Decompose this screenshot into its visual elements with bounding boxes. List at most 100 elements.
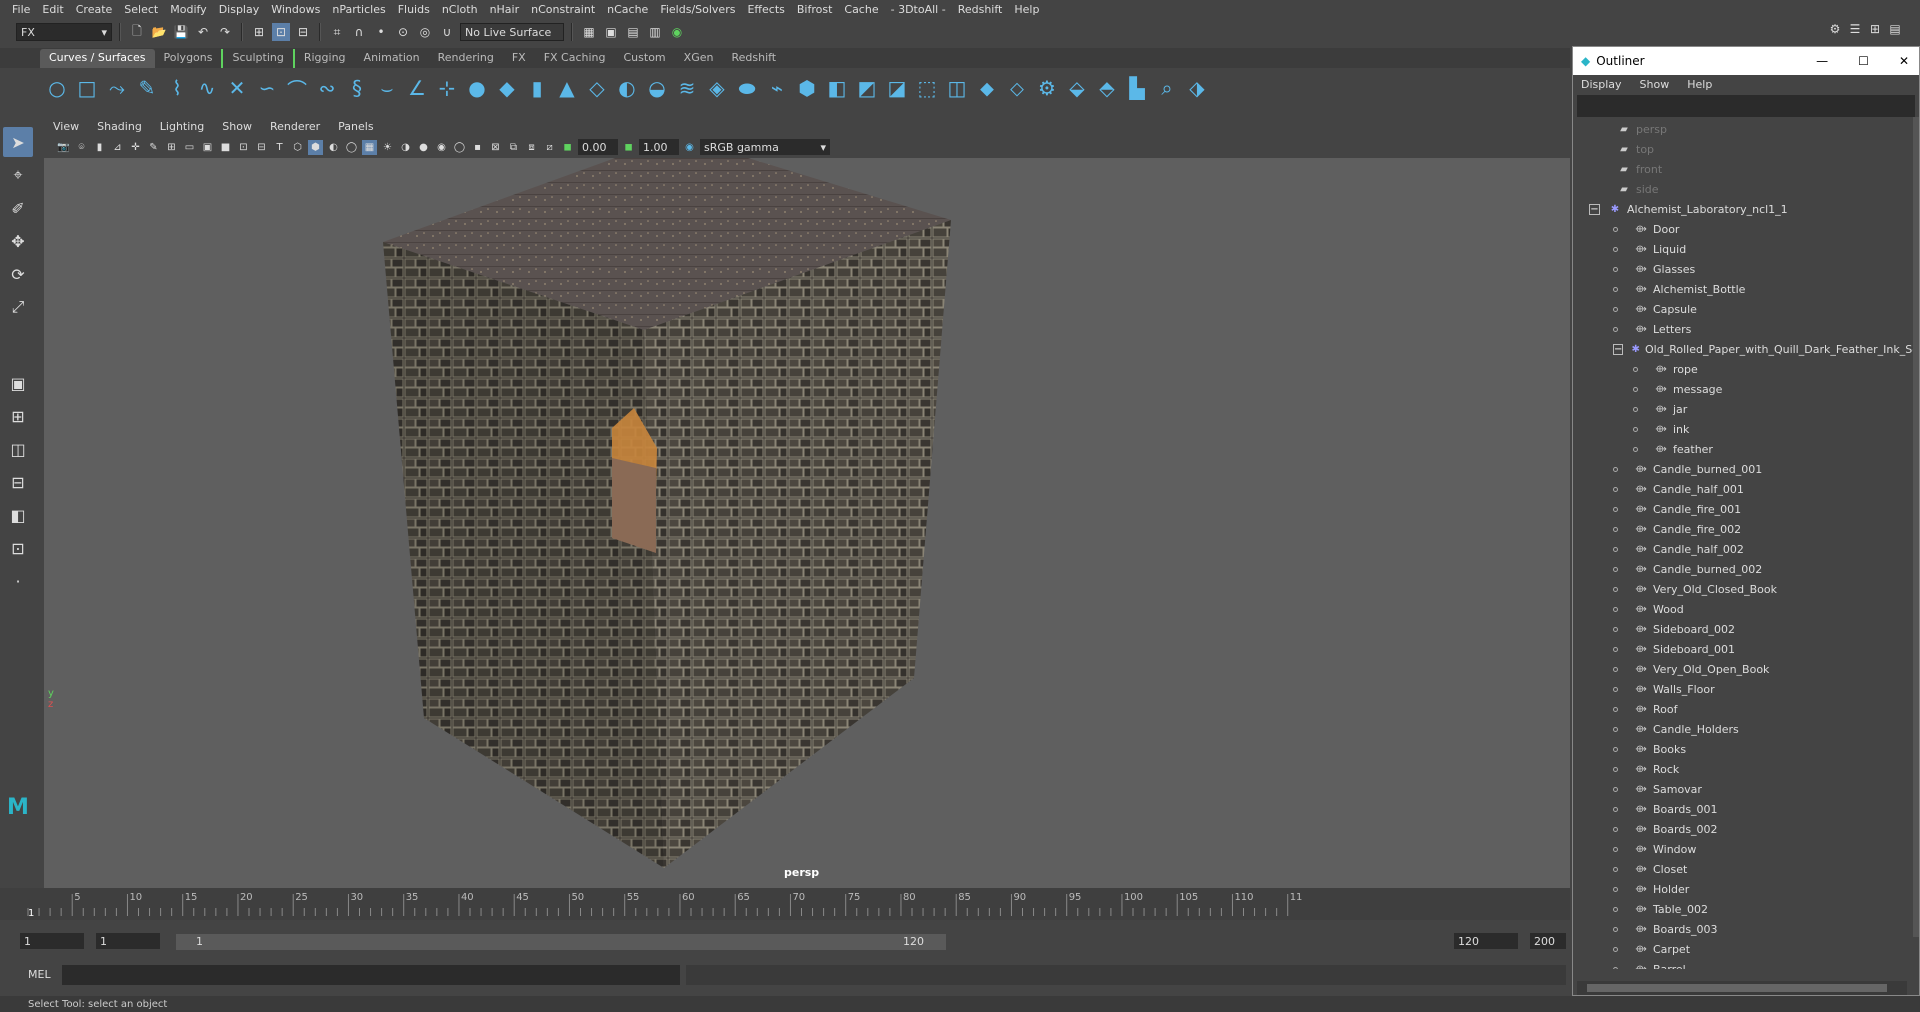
ipr-render-icon[interactable]: ▤	[624, 23, 642, 41]
nurbs-square-icon[interactable]: □	[74, 75, 100, 101]
bookmark-icon[interactable]: ▮	[92, 140, 107, 155]
outliner-item-mesh[interactable]: ⟴ Rock	[1573, 759, 1919, 779]
single-view-icon[interactable]: ▣	[3, 368, 33, 398]
hypershade-icon[interactable]: ◉	[668, 23, 686, 41]
outliner-item-mesh[interactable]: ⟴ Roof	[1573, 699, 1919, 719]
2d-pan-icon[interactable]: ✛	[128, 140, 143, 155]
redo-icon[interactable]: ↷	[216, 23, 234, 41]
outliner-item-mesh[interactable]: ⟴ Table_002	[1573, 899, 1919, 919]
gamma-icon[interactable]: ◼	[621, 140, 636, 155]
persp-graph-icon[interactable]: ◧	[3, 500, 33, 530]
magnet-icon[interactable]: ∪	[438, 23, 456, 41]
outliner-item-mesh[interactable]: ⟴ Samovar	[1573, 779, 1919, 799]
project-curve-icon[interactable]: ⬚	[914, 75, 940, 101]
live-surface-field[interactable]: No Live Surface	[460, 23, 564, 41]
outliner-item-mesh[interactable]: ⟴ Boards_002	[1573, 819, 1919, 839]
outliner-item-mesh[interactable]: ⟴ Candle_burned_001	[1573, 459, 1919, 479]
panel-menu-renderer[interactable]: Renderer	[261, 120, 329, 133]
outliner-menu-help[interactable]: Help	[1687, 78, 1712, 91]
shelf-tab-animation[interactable]: Animation	[355, 49, 429, 68]
snap-grid-icon[interactable]: ⌗	[328, 23, 346, 41]
outliner-item-mesh[interactable]: ⟴ feather	[1573, 439, 1919, 459]
current-frame-marker[interactable]: 1	[28, 908, 34, 919]
select-component-icon[interactable]: ⊟	[294, 23, 312, 41]
new-scene-icon[interactable]: 🗋	[128, 23, 146, 41]
menu-3dtoall[interactable]: - 3DtoAll -	[885, 3, 952, 16]
shelf-tab-polygons[interactable]: Polygons	[155, 49, 222, 68]
detach-surface-icon[interactable]: ⚙	[1034, 75, 1060, 101]
outliner-item-mesh[interactable]: ⟴ Walls_Floor	[1573, 679, 1919, 699]
ambient-occlusion-icon[interactable]: ●	[416, 140, 431, 155]
persp-outliner-icon[interactable]: ⊡	[3, 533, 33, 563]
anim-end-field[interactable]: 200	[1530, 933, 1566, 949]
grease-pencil-icon[interactable]: ✎	[146, 140, 161, 155]
insert-knot-icon[interactable]: ⊹	[434, 75, 460, 101]
channel-box-icon[interactable]: ▤	[1886, 20, 1904, 38]
outliner-item-mesh[interactable]: ⟴ jar	[1573, 399, 1919, 419]
outliner-item-camera[interactable]: ▰ front	[1573, 159, 1919, 179]
outliner-menu-show[interactable]: Show	[1640, 78, 1670, 91]
outliner-item-mesh[interactable]: ⟴ Glasses	[1573, 259, 1919, 279]
camera-attr-icon[interactable]: ⌾	[74, 140, 89, 155]
collapse-icon[interactable]: −	[1613, 343, 1624, 355]
menu-fluids[interactable]: Fluids	[392, 3, 436, 16]
nurbs-sphere-icon[interactable]: ●	[464, 75, 490, 101]
shelf-tab-rendering[interactable]: Rendering	[429, 49, 503, 68]
xray-icon[interactable]: ⧉	[506, 140, 521, 155]
outliner-item-camera[interactable]: ▰ top	[1573, 139, 1919, 159]
menu-fields-solvers[interactable]: Fields/Solvers	[654, 3, 741, 16]
loft-icon[interactable]: ≋	[674, 75, 700, 101]
shelf-tab-fx-caching[interactable]: FX Caching	[535, 49, 615, 68]
menu-help[interactable]: Help	[1008, 3, 1045, 16]
range-slider[interactable]: 1 120	[176, 934, 946, 950]
select-object-icon[interactable]: ⊡	[272, 23, 290, 41]
anti-alias-icon[interactable]: ◯	[452, 140, 467, 155]
gamma-field[interactable]: 1.00	[639, 139, 679, 155]
trim-icon[interactable]: ◫	[944, 75, 970, 101]
outliner-item-mesh[interactable]: ⟴ Alchemist_Bottle	[1573, 279, 1919, 299]
scale-tool-icon[interactable]: ⤢	[3, 292, 33, 322]
field-chart-icon[interactable]: ⊡	[236, 140, 251, 155]
time-slider[interactable]: 5 10 15 20 25 30 35 40 45 50 55 60 65 70 75 80 85 90 95 100…	[0, 888, 1570, 920]
outliner-item-mesh[interactable]: ⟴ Door	[1573, 219, 1919, 239]
four-view-icon[interactable]: ⊞	[3, 401, 33, 431]
outliner-item-mesh[interactable]: ⟴ Window	[1573, 839, 1919, 859]
outliner-item-mesh[interactable]: ⟴ Carpet	[1573, 939, 1919, 959]
outliner-item-mesh[interactable]: ⟴ Books	[1573, 739, 1919, 759]
panel-menu-shading[interactable]: Shading	[88, 120, 151, 133]
outliner-item-mesh[interactable]: ⟴ Liquid	[1573, 239, 1919, 259]
menu-cache[interactable]: Cache	[838, 3, 884, 16]
paint-select-icon[interactable]: ✐	[3, 193, 33, 223]
resolution-gate-icon[interactable]: ▣	[200, 140, 215, 155]
shelf-tab-custom[interactable]: Custom	[615, 49, 675, 68]
extend-curve-icon[interactable]: ∠	[404, 75, 430, 101]
outliner-item-mesh[interactable]: ⟴ Holder	[1573, 879, 1919, 899]
insert-isoparm-icon[interactable]: ▙	[1124, 75, 1150, 101]
shelf-tab-xgen[interactable]: XGen	[675, 49, 723, 68]
nurbs-cube-icon[interactable]: ◆	[494, 75, 520, 101]
scroll-thumb[interactable]	[1587, 984, 1887, 992]
outliner-item-mesh[interactable]: ⟴ Candle_half_001	[1573, 479, 1919, 499]
collapse-icon[interactable]: −	[1589, 203, 1600, 215]
shelf-tab-curves-surfaces[interactable]: Curves / Surfaces	[40, 49, 155, 68]
menu-create[interactable]: Create	[70, 3, 119, 16]
grid-icon[interactable]: ⊞	[164, 140, 179, 155]
bounding-box-icon[interactable]: ◯	[344, 140, 359, 155]
xray-joints-icon[interactable]: ⧈	[524, 140, 539, 155]
outliner-item-group[interactable]: − ✱ Old_Rolled_Paper_with_Quill_Dark_Feath…	[1573, 339, 1919, 359]
bevel-icon[interactable]: ◩	[854, 75, 880, 101]
shadows-icon[interactable]: ◑	[398, 140, 413, 155]
xray-active-icon[interactable]: ⧄	[542, 140, 557, 155]
outliner-item-mesh[interactable]: ⟴ Candle_fire_002	[1573, 519, 1919, 539]
outliner-item-mesh[interactable]: ⟴ Candle_half_002	[1573, 539, 1919, 559]
rotate-tool-icon[interactable]: ⟳	[3, 259, 33, 289]
exposure-icon[interactable]: ◼	[560, 140, 575, 155]
menu-bifrost[interactable]: Bifrost	[791, 3, 839, 16]
exposure-field[interactable]: 0.00	[578, 139, 618, 155]
nurbs-cylinder-icon[interactable]: ▮	[524, 75, 550, 101]
outliner-item-group[interactable]: − ✱ Alchemist_Laboratory_ncl1_1	[1573, 199, 1919, 219]
play-end-field[interactable]: 120	[1454, 933, 1518, 949]
smooth-shade-icon[interactable]: ⬢	[308, 139, 323, 155]
snap-curve-icon[interactable]: ∩	[350, 23, 368, 41]
attach-curve-icon[interactable]: ∽	[254, 75, 280, 101]
